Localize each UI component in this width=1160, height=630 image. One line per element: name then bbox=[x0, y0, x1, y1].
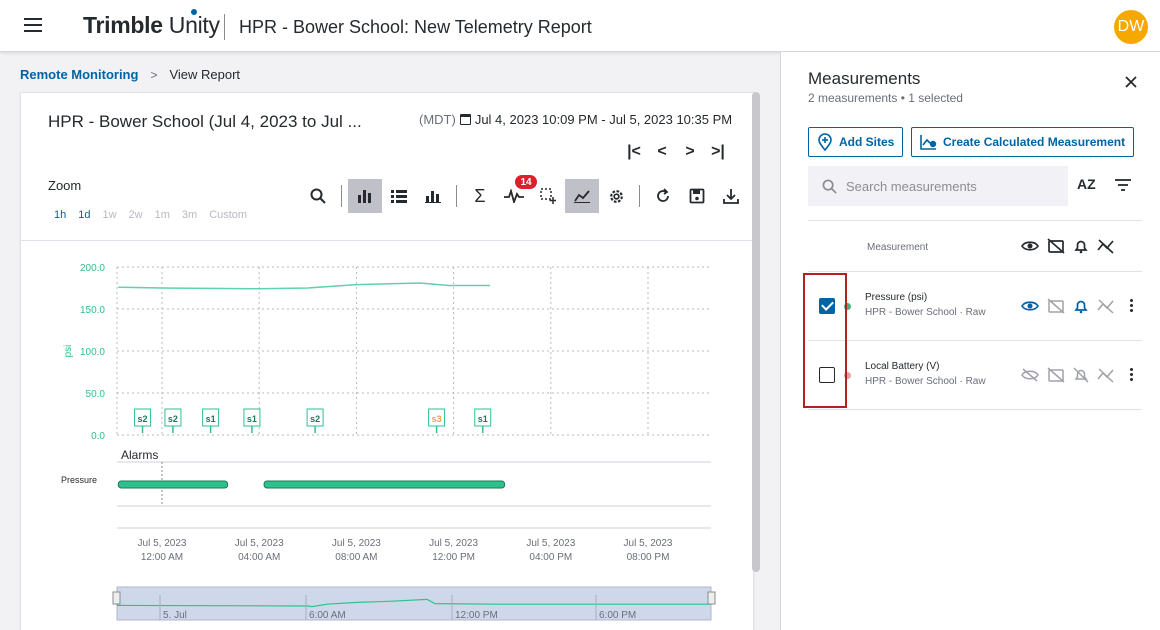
chevron-right-icon: > bbox=[150, 67, 158, 82]
y-tick-label: 200.0 bbox=[80, 263, 105, 274]
y-axis-label: psi bbox=[63, 345, 74, 358]
vertical-scrollbar[interactable] bbox=[752, 92, 760, 572]
brand-divider bbox=[224, 14, 225, 40]
x-tick-date: Jul 5, 2023 bbox=[429, 538, 478, 549]
breadcrumb-remote-monitoring[interactable]: Remote Monitoring bbox=[20, 67, 138, 82]
panel-subtitle: 2 measurements • 1 selected bbox=[808, 91, 963, 105]
event-marker-label: s2 bbox=[138, 414, 148, 424]
top-bar: Trimble Unity HPR - Bower School: New Te… bbox=[0, 0, 1160, 52]
event-marker-label: s1 bbox=[206, 414, 216, 424]
report-card: HPR - Bower School (Jul 4, 2023 to Jul .… bbox=[20, 92, 754, 630]
x-tick-time: 08:00 AM bbox=[335, 552, 377, 563]
no-trend-icon[interactable] bbox=[1097, 238, 1115, 254]
breadcrumb-current: View Report bbox=[169, 67, 241, 82]
measurement-row-pressure[interactable]: Pressure (psi) HPR - Bower School · Raw bbox=[808, 272, 1142, 340]
selection-highlight bbox=[803, 273, 847, 408]
series-line-pressure bbox=[118, 282, 491, 290]
event-marker-label: s2 bbox=[168, 414, 178, 424]
y-tick-label: 100.0 bbox=[80, 347, 105, 358]
alarm-bar bbox=[117, 480, 229, 489]
navigator-label: 5. Jul bbox=[163, 610, 187, 621]
calc-chart-icon bbox=[920, 135, 937, 150]
column-header-measurement: Measurement bbox=[867, 242, 929, 253]
alarm-row-label: Pressure bbox=[61, 475, 97, 485]
location-add-icon bbox=[818, 133, 832, 151]
eye-off-icon[interactable] bbox=[1021, 367, 1039, 383]
alarm-bar bbox=[263, 480, 506, 489]
measurement-name: Pressure (psi) bbox=[865, 292, 928, 303]
x-tick-date: Jul 5, 2023 bbox=[235, 538, 284, 549]
more-options-icon[interactable] bbox=[1130, 299, 1134, 313]
create-calculated-measurement-button[interactable]: Create Calculated Measurement bbox=[911, 127, 1135, 157]
telemetry-chart[interactable]: 200.0 150.0 100.0 50.0 0.0 psi s2 s2 s1 s1 s2 s3 s1 A… bbox=[21, 93, 755, 630]
navigator-label: 6:00 PM bbox=[599, 610, 636, 621]
y-tick-label: 150.0 bbox=[80, 305, 105, 316]
filter-icon[interactable] bbox=[1115, 178, 1131, 192]
navigator-handle-right[interactable] bbox=[707, 591, 716, 605]
x-tick-date: Jul 5, 2023 bbox=[138, 538, 187, 549]
divider bbox=[808, 409, 1142, 410]
search-input[interactable] bbox=[846, 178, 1056, 194]
x-tick-date: Jul 5, 2023 bbox=[332, 538, 381, 549]
add-sites-button[interactable]: Add Sites bbox=[808, 127, 904, 157]
hide-chart-icon[interactable] bbox=[1047, 298, 1065, 314]
x-tick-date: Jul 5, 2023 bbox=[526, 538, 575, 549]
measurement-row-battery[interactable]: Local Battery (V) HPR - Bower School · R… bbox=[808, 341, 1142, 409]
page-title: HPR - Bower School: New Telemetry Report bbox=[239, 17, 592, 37]
hide-chart-icon[interactable] bbox=[1047, 238, 1065, 254]
column-header-icons bbox=[1021, 238, 1115, 254]
search-field[interactable] bbox=[808, 166, 1068, 206]
row-icons bbox=[1021, 367, 1115, 383]
eye-icon[interactable] bbox=[1021, 238, 1039, 254]
x-tick-time: 08:00 PM bbox=[627, 552, 670, 563]
x-tick-time: 04:00 AM bbox=[238, 552, 280, 563]
search-icon bbox=[822, 179, 837, 194]
x-tick-time: 12:00 PM bbox=[432, 552, 475, 563]
panel-title: Measurements bbox=[808, 69, 921, 88]
no-trend-icon[interactable] bbox=[1097, 367, 1115, 383]
close-icon[interactable] bbox=[1123, 74, 1139, 90]
divider bbox=[808, 220, 1142, 221]
menu-icon[interactable] bbox=[24, 18, 42, 34]
measurement-source: HPR - Bower School · Raw bbox=[865, 376, 986, 387]
bell-icon[interactable] bbox=[1073, 238, 1089, 254]
y-tick-label: 0.0 bbox=[91, 431, 105, 442]
y-tick-label: 50.0 bbox=[86, 389, 106, 400]
bell-off-icon[interactable] bbox=[1073, 367, 1089, 383]
measurement-name: Local Battery (V) bbox=[865, 361, 940, 372]
more-options-icon[interactable] bbox=[1130, 368, 1134, 382]
brand-logo[interactable]: Trimble Unity bbox=[83, 9, 220, 39]
breadcrumb: Remote Monitoring > View Report bbox=[20, 67, 240, 82]
avatar[interactable]: DW bbox=[1114, 10, 1148, 44]
x-tick-time: 04:00 PM bbox=[529, 552, 572, 563]
no-trend-icon[interactable] bbox=[1097, 298, 1115, 314]
event-marker-label: s1 bbox=[478, 414, 488, 424]
navigator-label: 12:00 PM bbox=[455, 610, 498, 621]
x-tick-date: Jul 5, 2023 bbox=[624, 538, 673, 549]
measurement-source: HPR - Bower School · Raw bbox=[865, 307, 986, 318]
sort-az-icon[interactable]: AZ bbox=[1077, 176, 1096, 192]
event-marker-label: s1 bbox=[247, 414, 257, 424]
event-marker-label: s2 bbox=[310, 414, 320, 424]
navigator-label: 6:00 AM bbox=[309, 610, 346, 621]
eye-icon[interactable] bbox=[1021, 298, 1039, 314]
bell-icon[interactable] bbox=[1073, 298, 1089, 314]
alarms-title: Alarms bbox=[121, 448, 158, 462]
navigator-handle-left[interactable] bbox=[112, 591, 121, 605]
event-marker-label: s3 bbox=[432, 414, 442, 424]
brand-dot-icon bbox=[191, 9, 197, 15]
hide-chart-icon[interactable] bbox=[1047, 367, 1065, 383]
row-icons bbox=[1021, 298, 1115, 314]
x-tick-time: 12:00 AM bbox=[141, 552, 183, 563]
